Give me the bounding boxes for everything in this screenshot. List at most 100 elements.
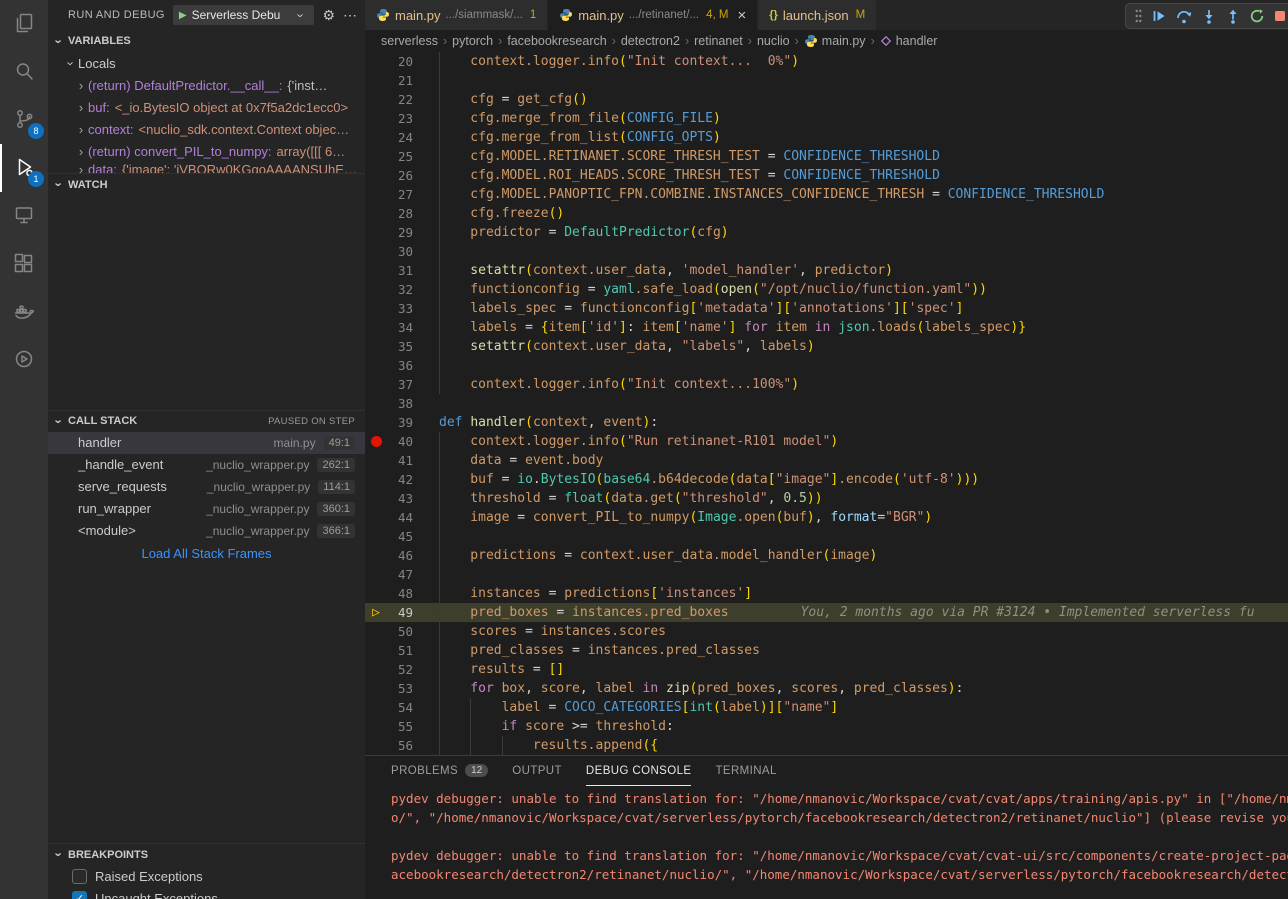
code-text[interactable]: cfg.merge_from_list(CONFIG_OPTS) <box>439 128 1288 147</box>
activity-item-run-and-debug[interactable]: 1 <box>0 144 48 192</box>
code-line[interactable]: 21 <box>365 71 1288 90</box>
code-text[interactable]: setattr(context.user_data, "labels", lab… <box>439 337 1288 356</box>
breakpoint-gutter[interactable] <box>365 679 387 698</box>
code-line[interactable]: 46predictions = context.user_data.model_… <box>365 546 1288 565</box>
callstack-frame[interactable]: _handle_event_nuclio_wrapper.py262:1 <box>48 454 365 476</box>
code-text[interactable]: scores = instances.scores <box>439 622 1288 641</box>
code-text[interactable]: instances = predictions['instances'] <box>439 584 1288 603</box>
code-text[interactable]: data = event.body <box>439 451 1288 470</box>
breakpoint-gutter[interactable] <box>365 261 387 280</box>
code-line[interactable]: 32functionconfig = yaml.safe_load(open("… <box>365 280 1288 299</box>
code-text[interactable]: cfg.freeze() <box>439 204 1288 223</box>
variable-row[interactable]: ›context:<nuclio_sdk.context.Context obj… <box>48 118 365 140</box>
code-text[interactable]: results = [] <box>439 660 1288 679</box>
debug-config-picker[interactable]: ▶ Serverless Debu › <box>173 5 315 25</box>
variable-row[interactable]: ›buf:<_io.BytesIO object at 0x7f5a2dc1ec… <box>48 96 365 118</box>
code-line[interactable]: 40context.logger.info("Run retinanet-R10… <box>365 432 1288 451</box>
code-text[interactable] <box>439 242 1288 261</box>
code-text[interactable]: functionconfig = yaml.safe_load(open("/o… <box>439 280 1288 299</box>
code-text[interactable] <box>439 565 1288 584</box>
breakpoint-gutter[interactable] <box>365 280 387 299</box>
panel-tab-terminal[interactable]: TERMINAL <box>715 756 776 786</box>
code-text[interactable]: predictions = context.user_data.model_ha… <box>439 546 1288 565</box>
code-line[interactable]: 48instances = predictions['instances'] <box>365 584 1288 603</box>
code-text[interactable]: if score >= threshold: <box>439 717 1288 736</box>
code-line[interactable]: 26cfg.MODEL.ROI_HEADS.SCORE_THRESH_TEST … <box>365 166 1288 185</box>
activity-item-remote-explorer[interactable] <box>0 192 48 240</box>
step-out-button[interactable] <box>1226 9 1240 24</box>
code-text[interactable]: def handler(context, event): <box>439 413 1288 432</box>
code-line[interactable]: 27cfg.MODEL.PANOPTIC_FPN.COMBINE.INSTANC… <box>365 185 1288 204</box>
code-line[interactable]: 28cfg.freeze() <box>365 204 1288 223</box>
code-text[interactable]: predictor = DefaultPredictor(cfg) <box>439 223 1288 242</box>
breakpoint-gutter[interactable] <box>365 128 387 147</box>
code-line[interactable]: 22cfg = get_cfg() <box>365 90 1288 109</box>
current-frame-arrow[interactable]: ▷ <box>365 603 387 622</box>
activity-item-extensions[interactable] <box>0 240 48 288</box>
breakpoint-gutter[interactable] <box>365 584 387 603</box>
code-text[interactable]: cfg.MODEL.RETINANET.SCORE_THRESH_TEST = … <box>439 147 1288 166</box>
breadcrumb-item-handler[interactable]: handler <box>880 34 938 48</box>
code-text[interactable]: image = convert_PIL_to_numpy(Image.open(… <box>439 508 1288 527</box>
continue-button[interactable] <box>1152 9 1166 23</box>
breadcrumb-item-detectron2[interactable]: detectron2 <box>621 34 680 48</box>
code-editor[interactable]: 20context.logger.info("Init context... 0… <box>365 52 1288 755</box>
panel-tab-output[interactable]: OUTPUT <box>512 756 562 786</box>
breakpoint-gutter[interactable] <box>365 546 387 565</box>
breakpoint-gutter[interactable] <box>365 622 387 641</box>
code-text[interactable]: pred_boxes = instances.pred_boxesYou, 2 … <box>439 603 1288 622</box>
code-text[interactable]: context.logger.info("Run retinanet-R101 … <box>439 432 1288 451</box>
breadcrumb-item-serverless[interactable]: serverless <box>381 34 438 48</box>
watch-section-header[interactable]: › WATCH <box>48 173 365 195</box>
breakpoint-gutter[interactable] <box>365 413 387 432</box>
code-line[interactable]: 36 <box>365 356 1288 375</box>
code-text[interactable]: context.logger.info("Init context... 0%"… <box>439 52 1288 71</box>
code-line[interactable]: 43threshold = float(data.get("threshold"… <box>365 489 1288 508</box>
code-line[interactable]: 54label = COCO_CATEGORIES[int(label)]["n… <box>365 698 1288 717</box>
code-line[interactable]: 35setattr(context.user_data, "labels", l… <box>365 337 1288 356</box>
callstack-section-header[interactable]: › CALL STACK PAUSED ON STEP <box>48 410 365 432</box>
breakpoint-gutter[interactable] <box>365 318 387 337</box>
breakpoint-item[interactable]: ✓Uncaught Exceptions <box>48 887 365 899</box>
code-text[interactable]: buf = io.BytesIO(base64.b64decode(data["… <box>439 470 1288 489</box>
code-line[interactable]: 20context.logger.info("Init context... 0… <box>365 52 1288 71</box>
code-line[interactable]: 42buf = io.BytesIO(base64.b64decode(data… <box>365 470 1288 489</box>
breakpoint-gutter[interactable] <box>365 717 387 736</box>
close-icon[interactable]: × <box>738 8 747 23</box>
breakpoint-gutter[interactable] <box>365 375 387 394</box>
code-text[interactable]: context.logger.info("Init context...100%… <box>439 375 1288 394</box>
editor-tab-main.py[interactable]: main.py.../siammask/...1 <box>365 0 547 30</box>
code-line[interactable]: 38 <box>365 394 1288 413</box>
breadcrumb-item-nuclio[interactable]: nuclio <box>757 34 790 48</box>
code-text[interactable]: label = COCO_CATEGORIES[int(label)]["nam… <box>439 698 1288 717</box>
code-line[interactable]: 45 <box>365 527 1288 546</box>
breakpoint-gutter[interactable] <box>365 698 387 717</box>
breadcrumb-item-main.py[interactable]: main.py <box>804 34 866 48</box>
code-line[interactable]: 30 <box>365 242 1288 261</box>
code-line[interactable]: 23cfg.merge_from_file(CONFIG_FILE) <box>365 109 1288 128</box>
breadcrumb-item-pytorch[interactable]: pytorch <box>452 34 493 48</box>
code-line[interactable]: 39def handler(context, event): <box>365 413 1288 432</box>
code-text[interactable]: threshold = float(data.get("threshold", … <box>439 489 1288 508</box>
breakpoint-gutter[interactable] <box>365 565 387 584</box>
variable-row[interactable]: ›data:{'image': 'iVBORw0KGgoAAAANSUhE… <box>48 162 365 173</box>
breakpoint-gutter[interactable] <box>365 660 387 679</box>
code-line[interactable]: 37context.logger.info("Init context...10… <box>365 375 1288 394</box>
breakpoint-gutter[interactable] <box>365 71 387 90</box>
code-text[interactable]: pred_classes = instances.pred_classes <box>439 641 1288 660</box>
activity-item-run-circle[interactable] <box>0 336 48 384</box>
code-text[interactable]: cfg.merge_from_file(CONFIG_FILE) <box>439 109 1288 128</box>
code-line[interactable]: 44image = convert_PIL_to_numpy(Image.ope… <box>365 508 1288 527</box>
breakpoint-gutter[interactable] <box>365 641 387 660</box>
breakpoint-gutter[interactable] <box>365 356 387 375</box>
breakpoint-gutter[interactable] <box>365 394 387 413</box>
breadcrumb-item-retinanet[interactable]: retinanet <box>694 34 743 48</box>
activity-item-source-control[interactable]: 8 <box>0 96 48 144</box>
variables-section-header[interactable]: › VARIABLES <box>48 30 365 52</box>
checkbox[interactable] <box>72 869 87 884</box>
code-line[interactable]: 33labels_spec = functionconfig['metadata… <box>365 299 1288 318</box>
breakpoint-gutter[interactable] <box>365 52 387 71</box>
code-text[interactable]: for box, score, label in zip(pred_boxes,… <box>439 679 1288 698</box>
checkbox[interactable]: ✓ <box>72 891 87 899</box>
code-text[interactable]: labels = {item['id']: item['name'] for i… <box>439 318 1288 337</box>
